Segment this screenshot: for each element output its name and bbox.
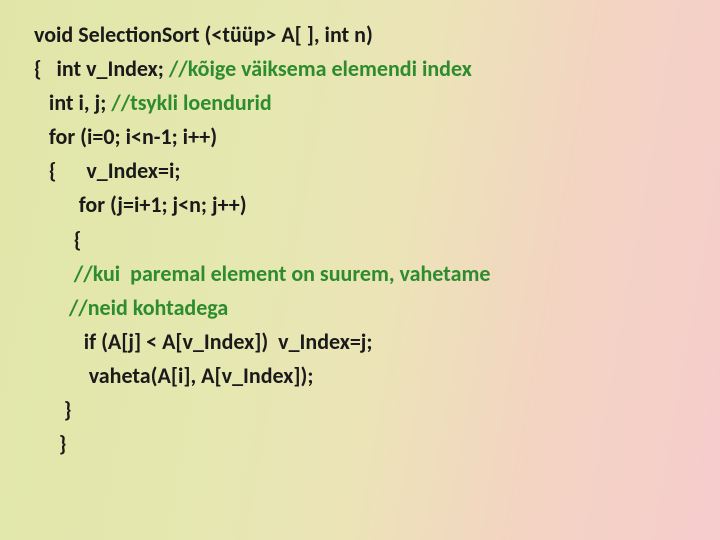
code-comment: //neid kohtadega [34, 294, 228, 321]
code-text: { v_Index=i; [34, 157, 180, 184]
code-line-8: //kui paremal element on suurem, vahetam… [34, 257, 702, 291]
code-line-6: for (j=i+1; j<n; j++) [34, 188, 702, 222]
code-text: if (A[j] < A[v_Index]) v_Index=j; [34, 328, 373, 355]
code-line-7: { [34, 223, 702, 257]
code-line-10: if (A[j] < A[v_Index]) v_Index=j; [34, 325, 702, 359]
code-text: for (i=0; i<n-1; i++) [34, 123, 217, 150]
code-text: void SelectionSort (<tüüp> A[ ], int n) [34, 21, 373, 48]
code-slide: void SelectionSort (<tüüp> A[ ], int n) … [0, 0, 720, 461]
code-line-5: { v_Index=i; [34, 154, 702, 188]
code-line-2: { int v_Index; //kõige väiksema elemendi… [34, 52, 702, 86]
code-comment: //tsykli loendurid [111, 89, 272, 116]
code-comment: //kõige väiksema elemendi index [169, 55, 472, 82]
code-text: for (j=i+1; j<n; j++) [34, 191, 247, 218]
code-text: { int v_Index; [34, 55, 169, 82]
code-comment: //kui paremal element on suurem, vahetam… [34, 260, 490, 287]
code-line-13: } [34, 427, 702, 461]
code-line-3: int i, j; //tsykli loendurid [34, 86, 702, 120]
code-text: } [34, 396, 71, 423]
code-line-4: for (i=0; i<n-1; i++) [34, 120, 702, 154]
code-text: int i, j; [34, 89, 111, 116]
code-text: } [34, 430, 66, 457]
code-line-9: //neid kohtadega [34, 291, 702, 325]
code-text: { [34, 226, 81, 253]
code-line-12: } [34, 393, 702, 427]
code-text: vaheta(A[i], A[v_Index]); [34, 362, 313, 389]
code-line-1: void SelectionSort (<tüüp> A[ ], int n) [34, 18, 702, 52]
code-line-11: vaheta(A[i], A[v_Index]); [34, 359, 702, 393]
